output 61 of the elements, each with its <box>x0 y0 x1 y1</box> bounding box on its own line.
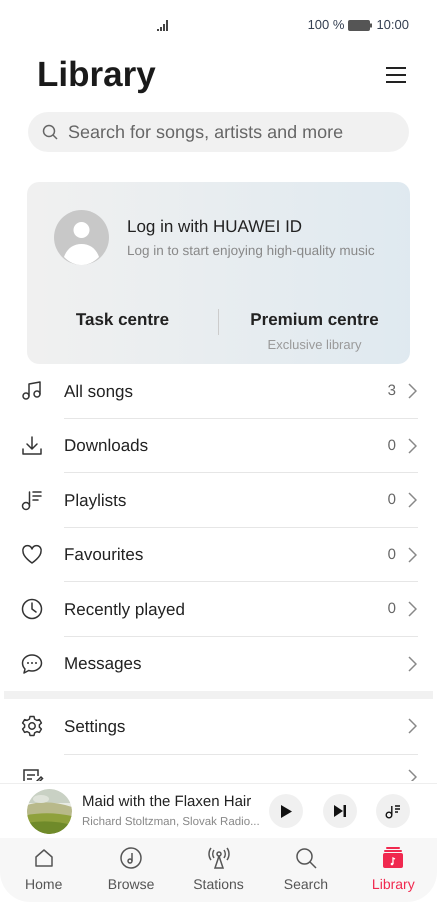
chevron-right-icon <box>408 718 417 734</box>
chevron-right-icon <box>408 768 417 780</box>
menu-item[interactable]: All songs 3 <box>0 364 437 418</box>
clock: 10:00 <box>376 16 409 34</box>
item-count: 3 <box>388 381 396 401</box>
menu-item[interactable]: Playlists 0 <box>0 473 437 528</box>
menu-item[interactable]: Favourites 0 <box>0 528 437 582</box>
menu-item[interactable]: Settings <box>0 699 437 754</box>
menu-label: Playlists <box>64 490 128 512</box>
settings-icon <box>20 714 44 738</box>
menu-label: Settings <box>64 716 126 738</box>
library-icon <box>381 846 406 870</box>
download-icon <box>20 434 44 458</box>
queue-button[interactable] <box>376 794 410 828</box>
nav-tab[interactable]: Stations <box>174 846 262 894</box>
nav-tab[interactable]: Home <box>0 846 88 894</box>
search-field[interactable]: Search for songs, artists and more <box>28 112 409 152</box>
skip-next-icon <box>334 805 346 817</box>
menu-label: All songs <box>64 380 134 402</box>
menu-label: Downloads <box>64 435 150 457</box>
menu-item[interactable]: Messages <box>0 636 437 691</box>
item-count: 0 <box>388 490 396 510</box>
nav-tab[interactable]: Library <box>350 846 437 894</box>
chevron-right-icon <box>408 656 417 672</box>
antenna-icon <box>206 846 231 870</box>
page-title: Library <box>37 54 156 96</box>
music-disc-icon <box>119 846 144 870</box>
shortcut-link[interactable]: Task centre <box>76 307 170 332</box>
menu-item[interactable]: Downloads 0 <box>0 418 437 473</box>
playlist-icon <box>385 803 401 819</box>
chevron-right-icon <box>408 383 417 400</box>
track-title: Maid with the Flaxen Hair <box>82 792 252 812</box>
shortcut-link[interactable]: Premium centre <box>250 307 379 332</box>
menu-icon[interactable] <box>385 66 407 84</box>
chevron-right-icon <box>408 438 417 454</box>
menu-label: Recently played <box>64 598 186 620</box>
battery-icon <box>348 20 372 30</box>
nav-tab[interactable]: Search <box>262 846 350 894</box>
login-subtitle: Log in to start enjoying high-quality music <box>127 242 375 260</box>
battery-percentage: 100 % <box>308 16 344 34</box>
item-count: 0 <box>388 599 396 619</box>
menu-label: Favourites <box>64 544 144 566</box>
nav-tab[interactable]: Browse <box>87 846 175 894</box>
next-button[interactable] <box>323 794 357 828</box>
item-count: 0 <box>388 436 396 456</box>
shortcut-subtitle: Exclusive library <box>268 336 362 354</box>
search-icon <box>42 124 58 140</box>
track-artist: Richard Stoltzman, Slovak Radio... <box>82 814 261 830</box>
menu-label: Messages <box>64 653 142 675</box>
chat-bubble-icon <box>20 652 44 676</box>
clock-icon <box>20 597 44 622</box>
play-button[interactable] <box>269 794 303 828</box>
login-link[interactable]: Log in with HUAWEI ID <box>127 214 375 240</box>
chevron-right-icon <box>408 546 417 563</box>
item-count: 0 <box>388 544 396 564</box>
signal-icon <box>157 20 170 30</box>
chevron-right-icon <box>408 601 417 618</box>
play-icon <box>280 804 292 818</box>
chevron-right-icon <box>408 492 417 508</box>
menu-item[interactable]: Recently played 0 <box>0 582 437 636</box>
search-icon <box>294 846 318 870</box>
